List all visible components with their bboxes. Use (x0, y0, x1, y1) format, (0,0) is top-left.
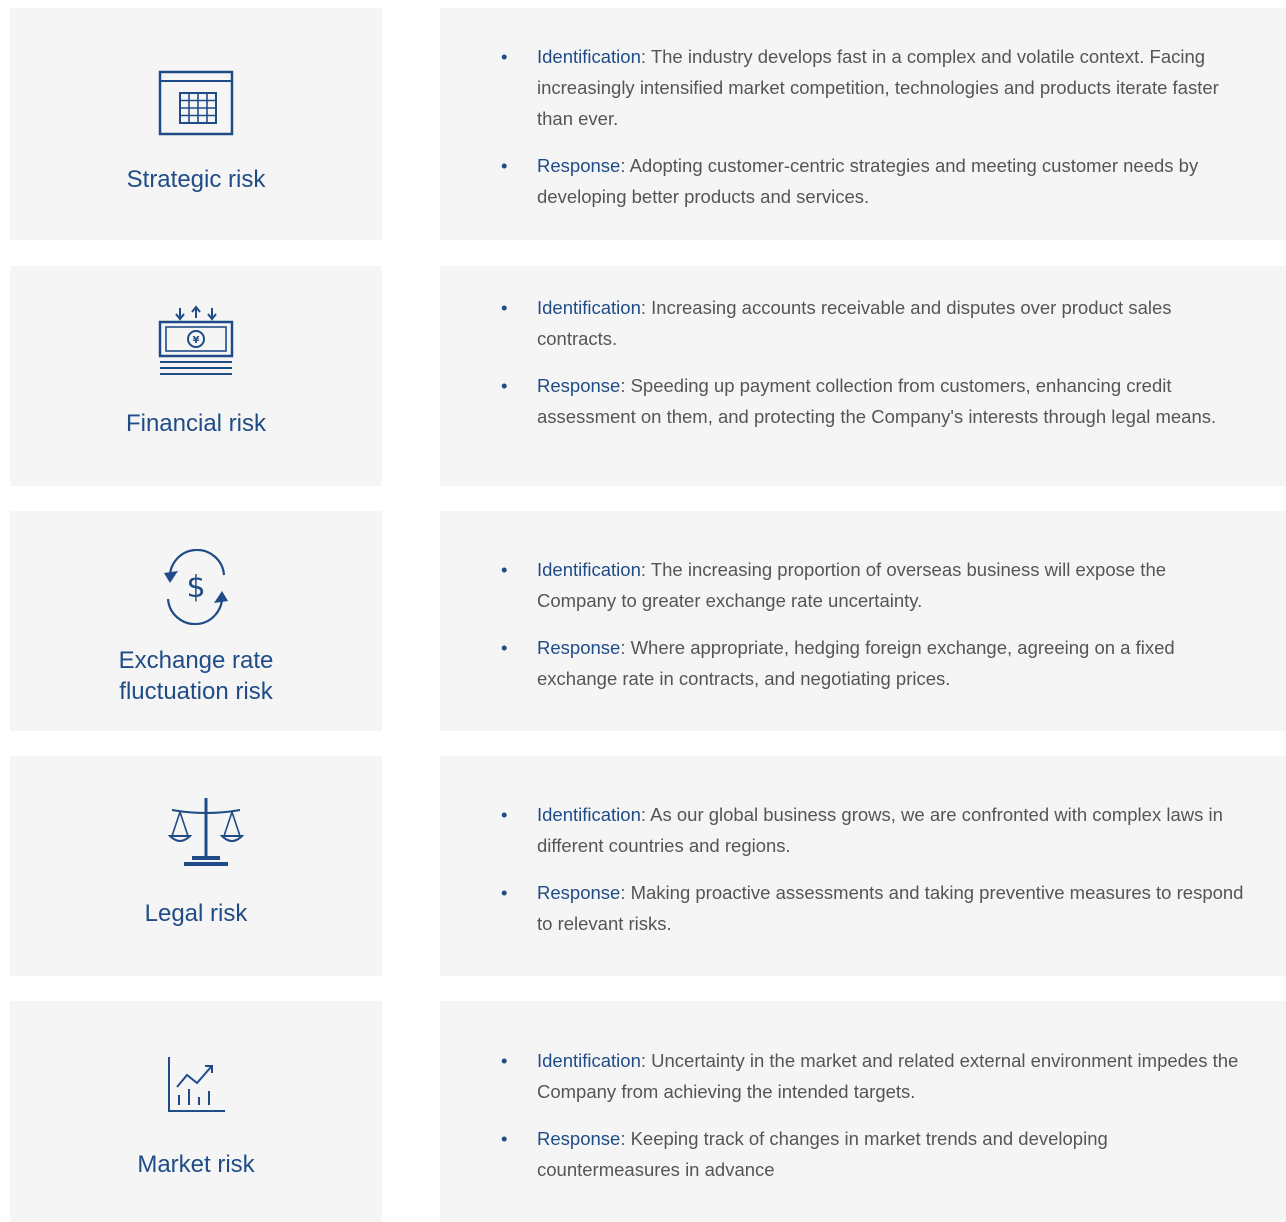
risk-row-strategic: Strategic risk • Identification: The indu… (0, 8, 1286, 240)
identification-text: : Uncertainty in the market and related … (537, 1050, 1239, 1102)
risk-row-financial: ¥ Financial risk • Identification: Increa… (0, 266, 1286, 486)
risk-detail-card: • Identification: Increasing accounts rec… (440, 266, 1286, 486)
response-label: Response (537, 637, 621, 658)
risk-row-legal: Legal risk • Identification: As our globa… (0, 756, 1286, 976)
risk-detail-card: • Identification: The industry develops f… (440, 8, 1286, 240)
identification-label: Identification (537, 1050, 641, 1071)
risk-row-market: Market risk • Identification: Uncertainty… (0, 1001, 1286, 1222)
response-text: : Adopting customer-centric strategies a… (537, 155, 1199, 207)
risk-detail-list: • Identification: The increasing proporti… (440, 554, 1286, 694)
risk-category-card: Legal risk (10, 756, 382, 976)
response-item: • Response: Keeping track of changes in m… (501, 1128, 1108, 1180)
svg-text:$: $ (186, 570, 205, 605)
calendar-grid-icon (158, 70, 234, 136)
risk-detail-card: • Identification: The increasing proporti… (440, 511, 1286, 731)
identification-item: • Identification: As our global business … (501, 804, 1223, 856)
risk-detail-list: • Identification: Uncertainty in the mark… (440, 1045, 1286, 1185)
response-text: : Speeding up payment collection from cu… (537, 375, 1217, 427)
market-chart-icon (168, 1057, 225, 1112)
response-text: : Keeping track of changes in market tre… (537, 1128, 1108, 1180)
response-label: Response (537, 155, 621, 176)
risk-category-card: Market risk (10, 1001, 382, 1222)
risk-title: Market risk (137, 1151, 255, 1178)
identification-label: Identification (537, 46, 641, 67)
response-item: • Response: Speeding up payment collectio… (501, 375, 1217, 427)
risk-title: Strategic risk (126, 166, 266, 193)
risk-title: Financial risk (125, 410, 267, 437)
identification-item: • Identification: The increasing proporti… (501, 559, 1167, 611)
risk-detail-list: • Identification: The industry develops f… (440, 41, 1286, 212)
response-item: • Response: Where appropriate, hedging fo… (501, 637, 1175, 689)
response-item: • Response: Making proactive assessments … (501, 882, 1244, 934)
risk-detail-list: • Identification: Increasing accounts rec… (440, 292, 1286, 432)
risk-detail-list: • Identification: As our global business … (440, 799, 1286, 939)
response-label: Response (537, 1128, 621, 1149)
banknote-icon: ¥ (158, 305, 234, 375)
risk-category-card: ¥ Financial risk (10, 266, 382, 486)
risk-category-card: Strategic risk (10, 8, 382, 240)
svg-text:¥: ¥ (193, 335, 200, 346)
risk-row-exchange-rate: $ Exchange rate fluctuation risk • Identi… (0, 511, 1286, 731)
identification-label: Identification (537, 559, 641, 580)
response-item: • Response: Adopting customer-centric str… (501, 155, 1199, 207)
response-text: : Making proactive assessments and takin… (537, 882, 1244, 934)
risk-title: Legal risk (144, 900, 248, 927)
risk-detail-card: • Identification: Uncertainty in the mark… (440, 1001, 1286, 1222)
identification-label: Identification (537, 804, 641, 825)
risk-title: Exchange rate fluctuation risk (118, 647, 274, 705)
currency-exchange-icon: $ (164, 549, 228, 625)
identification-item: • Identification: The industry develops f… (501, 46, 1219, 129)
response-text: : Where appropriate, hedging foreign exc… (537, 637, 1175, 689)
identification-item: • Identification: Increasing accounts rec… (501, 297, 1172, 349)
risk-detail-card: • Identification: As our global business … (440, 756, 1286, 976)
identification-item: • Identification: Uncertainty in the mark… (501, 1050, 1239, 1102)
identification-label: Identification (537, 297, 641, 318)
response-label: Response (537, 882, 621, 903)
response-label: Response (537, 375, 621, 396)
scales-icon (167, 798, 245, 866)
risk-category-card: $ Exchange rate fluctuation risk (10, 511, 382, 731)
